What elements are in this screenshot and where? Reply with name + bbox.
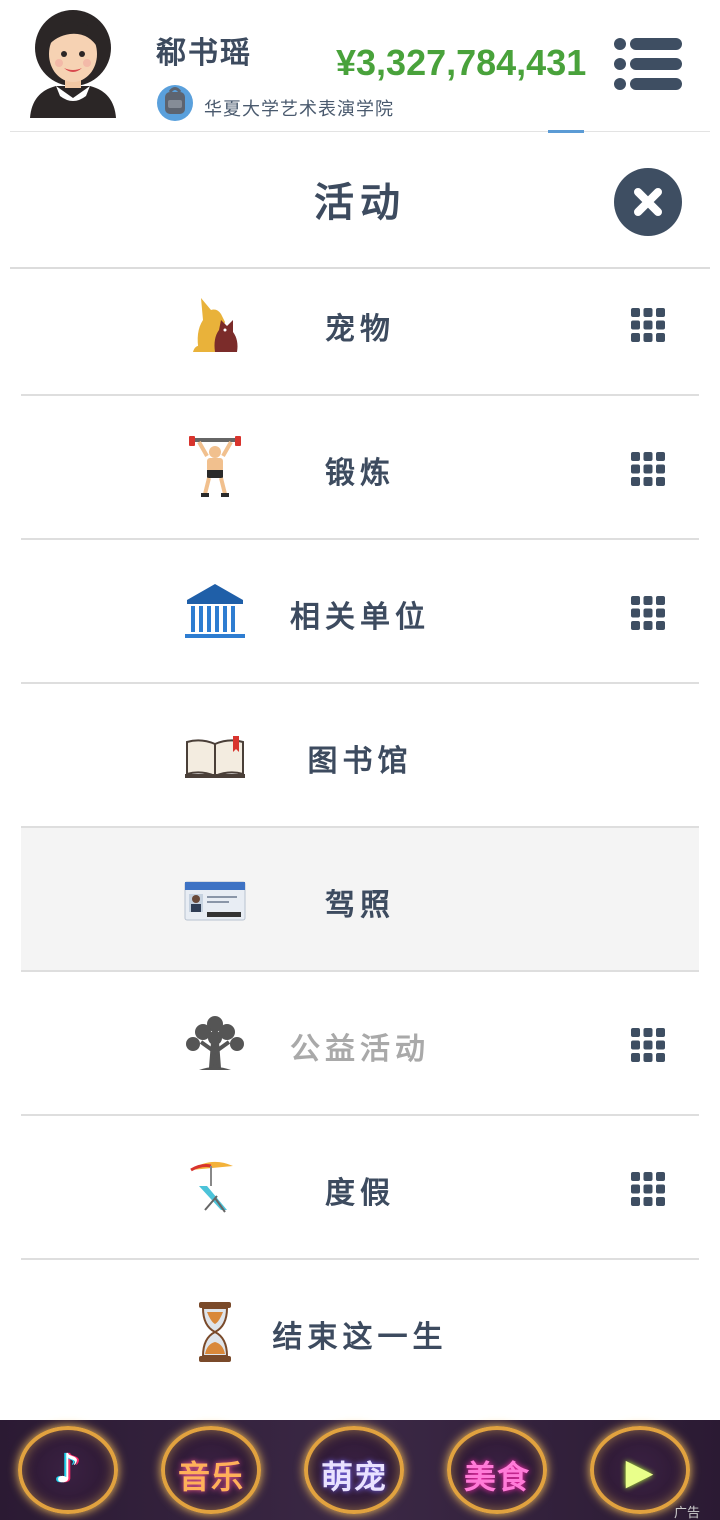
school-name: 华夏大学艺术表演学院 (204, 99, 394, 120)
food-label: 美食 (463, 1458, 530, 1496)
list-item-library[interactable]: 图书馆 (21, 684, 699, 828)
close-button[interactable] (614, 168, 682, 236)
list-item-label: 图书馆 (307, 744, 413, 779)
list-item-vacation[interactable]: 度假 (21, 1116, 699, 1260)
grid-icon[interactable] (631, 1028, 665, 1062)
player-name: 郗书瑶 (156, 36, 252, 71)
list-item-label: 度假 (325, 1176, 395, 1211)
list-item-exercise[interactable]: 锻炼 (21, 396, 699, 540)
music-label: 音乐 (177, 1458, 244, 1496)
grid-icon[interactable] (631, 1172, 665, 1206)
cute-pets-label: 萌宠 (320, 1458, 387, 1496)
grid-icon[interactable] (631, 452, 665, 486)
grid-icon[interactable] (631, 308, 665, 342)
list-item-label: 宠物 (325, 312, 395, 347)
money-balance: ¥3,327,784,431 (336, 42, 587, 83)
bottom-ad-bar: ♪ 音乐 萌宠 美食 ▶ (0, 1420, 720, 1520)
list-item-label: 相关单位 (290, 600, 430, 635)
tiktok-button[interactable]: ♪ (18, 1426, 118, 1514)
list-item-label: 锻炼 (325, 456, 395, 491)
grid-icon[interactable] (631, 596, 665, 630)
list-item-pet[interactable]: 宠物 (21, 252, 699, 396)
list-item-label: 结束这一生 (272, 1320, 448, 1355)
play-button[interactable]: ▶ (590, 1426, 690, 1514)
list-item-drivers-license[interactable]: 驾照 (21, 828, 699, 972)
list-item-institutions[interactable]: 相关单位 (21, 540, 699, 684)
header-accent (548, 130, 584, 133)
tiktok-icon: ♪ (54, 1446, 82, 1492)
music-button[interactable]: 音乐 (161, 1426, 261, 1514)
close-icon (634, 188, 662, 216)
play-icon: ▶ (625, 1452, 655, 1493)
header-divider (10, 131, 710, 132)
list-item-end-life[interactable]: 结束这一生 (21, 1260, 699, 1404)
list-item-label: 驾照 (325, 888, 395, 923)
header: 郗书瑶 华夏大学艺术表演学院 ¥3,327,784,431 (0, 0, 720, 133)
menu-icon[interactable] (612, 36, 684, 92)
list-item-charity[interactable]: 公益活动 (21, 972, 699, 1116)
cute-pets-button[interactable]: 萌宠 (304, 1426, 404, 1514)
ad-label: 广告 (674, 1506, 701, 1520)
avatar[interactable] (26, 6, 120, 118)
modal-title: 活动 (314, 180, 406, 226)
school-bag-icon (157, 85, 193, 121)
list-item-label: 公益活动 (290, 1032, 430, 1067)
food-button[interactable]: 美食 (447, 1426, 547, 1514)
